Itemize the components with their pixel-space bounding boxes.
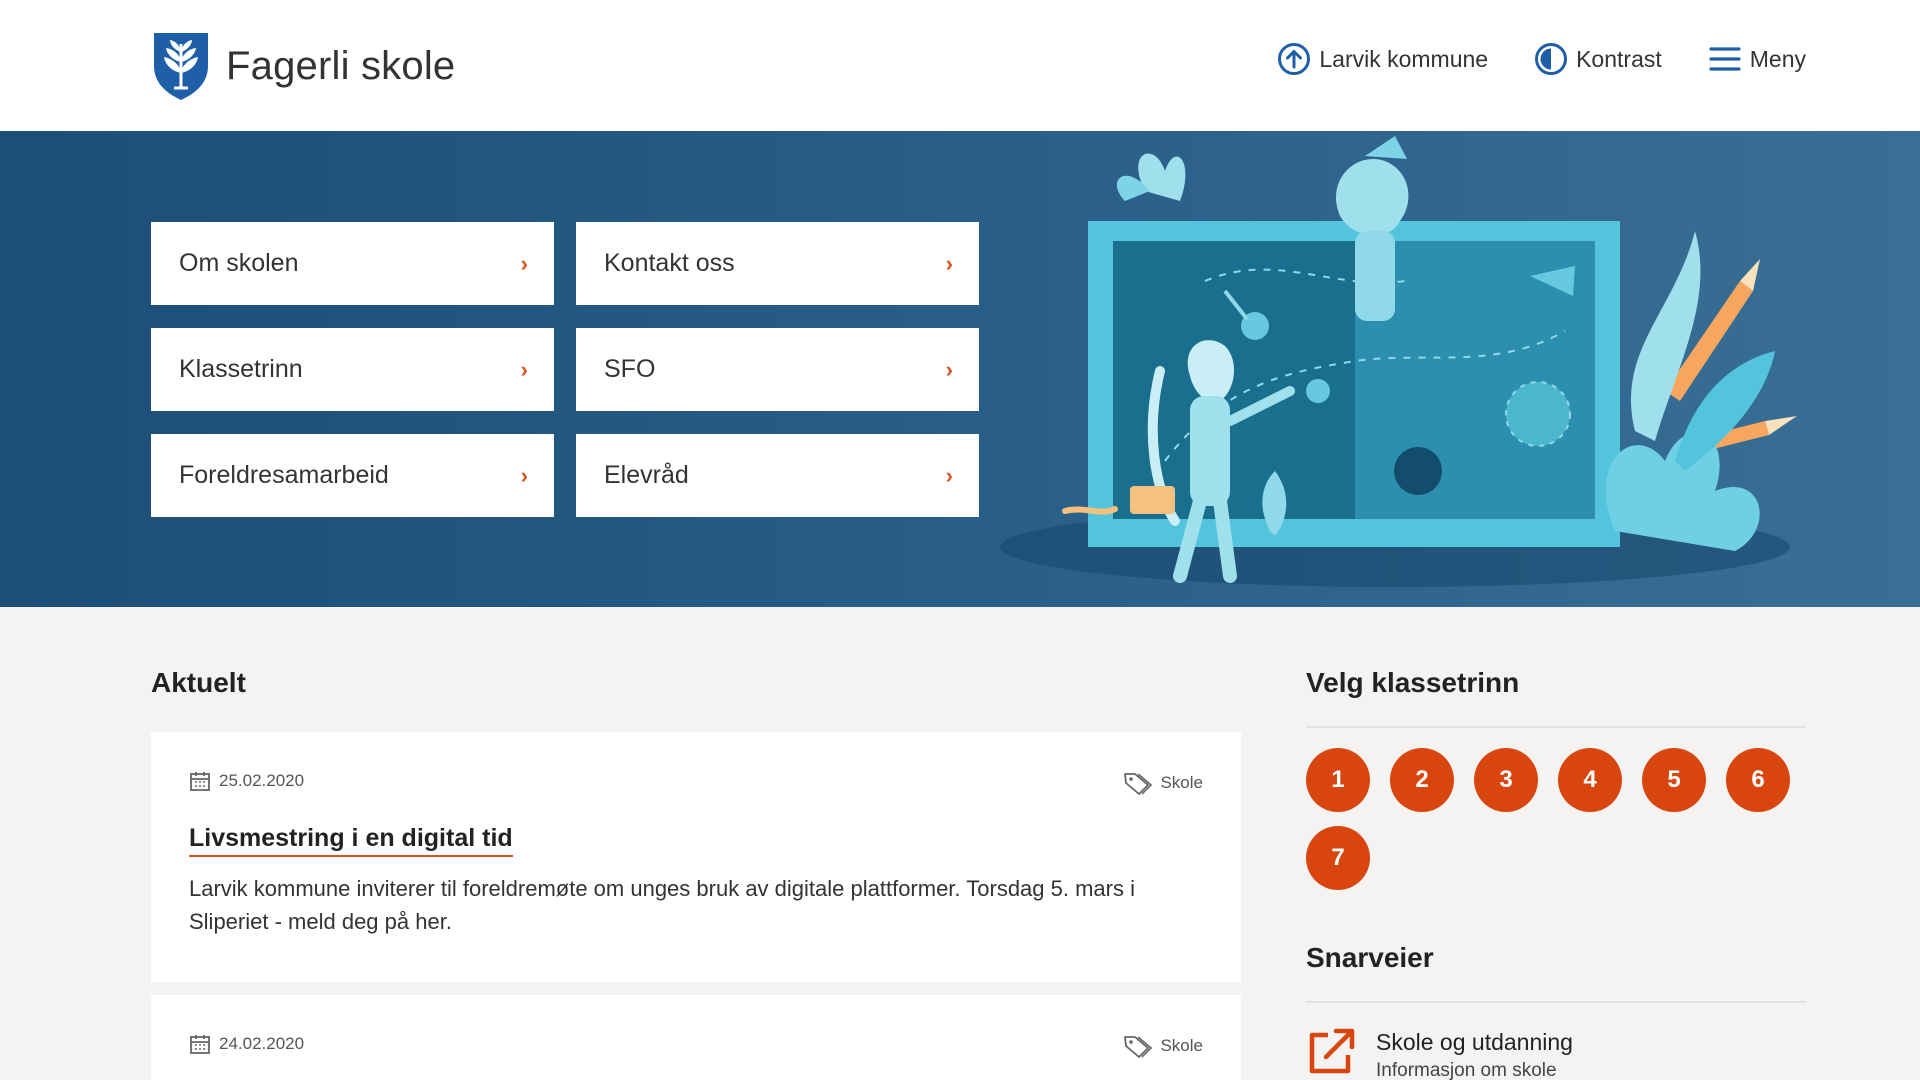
quick-link-elevrad[interactable]: Elevråd › bbox=[576, 434, 979, 517]
quick-link-label: Elevråd bbox=[604, 461, 689, 489]
quick-links-grid: Om skolen › Kontakt oss › Klassetrinn › … bbox=[151, 222, 979, 517]
news-card: 24.02.2020 Skole bbox=[151, 995, 1241, 1080]
news-date-text: 25.02.2020 bbox=[219, 771, 305, 790]
menu-label: Meny bbox=[1749, 45, 1806, 72]
news-tag-label: Skole bbox=[1160, 1036, 1203, 1055]
news-date: 25.02.2020 bbox=[189, 770, 304, 792]
grade-button-7[interactable]: 7 bbox=[1306, 826, 1370, 890]
grade-button-5[interactable]: 5 bbox=[1642, 748, 1706, 812]
contrast-label: Kontrast bbox=[1576, 45, 1662, 72]
quick-link-klassetrinn[interactable]: Klassetrinn › bbox=[151, 328, 554, 411]
calendar-icon bbox=[190, 772, 210, 791]
grade-button-3[interactable]: 3 bbox=[1474, 748, 1538, 812]
news-tag-label: Skole bbox=[1160, 773, 1203, 792]
site-title: Fagerli skole bbox=[226, 43, 456, 88]
site-logo[interactable]: Fagerli skole bbox=[150, 30, 455, 102]
chevron-right-icon: › bbox=[520, 250, 528, 276]
quick-link-label: Foreldresamarbeid bbox=[179, 461, 389, 489]
news-date: 24.02.2020 bbox=[189, 1033, 304, 1055]
site-header: Fagerli skole Larvik kommune Kontrast Me… bbox=[0, 0, 1920, 131]
shortcut-skole-og-utdanning[interactable]: Skole og utdanning Informasjon om skole bbox=[1306, 1025, 1573, 1080]
contrast-button[interactable]: Kontrast bbox=[1534, 42, 1662, 76]
news-excerpt: Larvik kommune inviterer til foreldremøt… bbox=[189, 876, 1135, 934]
quick-link-om-skolen[interactable]: Om skolen › bbox=[151, 222, 554, 305]
grade-button-4[interactable]: 4 bbox=[1558, 748, 1622, 812]
quick-link-label: Kontakt oss bbox=[604, 249, 735, 277]
chevron-right-icon: › bbox=[945, 250, 953, 276]
divider bbox=[1306, 1001, 1806, 1003]
coat-of-arms-icon bbox=[154, 33, 208, 100]
quick-link-sfo[interactable]: SFO › bbox=[576, 328, 979, 411]
shortcuts-heading: Snarveier bbox=[1306, 942, 1434, 973]
quick-link-label: Klassetrinn bbox=[179, 355, 303, 383]
quick-link-label: SFO bbox=[604, 355, 656, 383]
chevron-right-icon: › bbox=[945, 462, 953, 488]
tag-icon bbox=[1124, 1036, 1153, 1058]
quick-link-label: Om skolen bbox=[179, 249, 299, 277]
grade-button-1[interactable]: 1 bbox=[1306, 748, 1370, 812]
grade-button-2[interactable]: 2 bbox=[1390, 748, 1454, 812]
divider bbox=[1306, 726, 1806, 728]
chevron-right-icon: › bbox=[945, 356, 953, 382]
news-card: 25.02.2020 Skole Livsmestring i en digit… bbox=[151, 732, 1241, 982]
shortcut-label: Skole og utdanning bbox=[1376, 1029, 1573, 1055]
larvik-kommune-label: Larvik kommune bbox=[1319, 45, 1489, 72]
top-navigation: Larvik kommune Kontrast Meny bbox=[1277, 42, 1806, 76]
chevron-right-icon: › bbox=[520, 462, 528, 488]
hamburger-menu-icon bbox=[1709, 47, 1741, 71]
tag-icon bbox=[1124, 773, 1153, 795]
shortcut-description: Informasjon om skole bbox=[1376, 1060, 1557, 1080]
grades-heading: Velg klassetrinn bbox=[1306, 667, 1520, 698]
quick-link-foreldresamarbeid[interactable]: Foreldresamarbeid › bbox=[151, 434, 554, 517]
calendar-icon bbox=[190, 1035, 210, 1054]
menu-button[interactable]: Meny bbox=[1708, 42, 1806, 76]
hero-illustration bbox=[1000, 136, 1797, 587]
chevron-right-icon: › bbox=[520, 356, 528, 382]
external-link-icon bbox=[1309, 1028, 1355, 1074]
quick-link-kontakt-oss[interactable]: Kontakt oss › bbox=[576, 222, 979, 305]
news-date-text: 24.02.2020 bbox=[219, 1034, 305, 1053]
grade-selector: 1 2 3 4 5 6 7 bbox=[1306, 748, 1806, 890]
news-heading: Aktuelt bbox=[151, 667, 246, 698]
news-tag[interactable]: Skole bbox=[1122, 770, 1203, 796]
hero-banner: Om skolen › Kontakt oss › Klassetrinn › … bbox=[0, 131, 1920, 607]
larvik-kommune-link[interactable]: Larvik kommune bbox=[1277, 42, 1488, 76]
news-tag[interactable]: Skole bbox=[1122, 1033, 1203, 1059]
news-title-link[interactable]: Livsmestring i en digital tid bbox=[189, 824, 513, 857]
main-content: Aktuelt 25.02.2020 Skole Livsmestring i … bbox=[0, 607, 1920, 1080]
arrow-up-circle-icon bbox=[1278, 43, 1311, 75]
contrast-icon bbox=[1535, 43, 1568, 75]
grade-button-6[interactable]: 6 bbox=[1726, 748, 1790, 812]
